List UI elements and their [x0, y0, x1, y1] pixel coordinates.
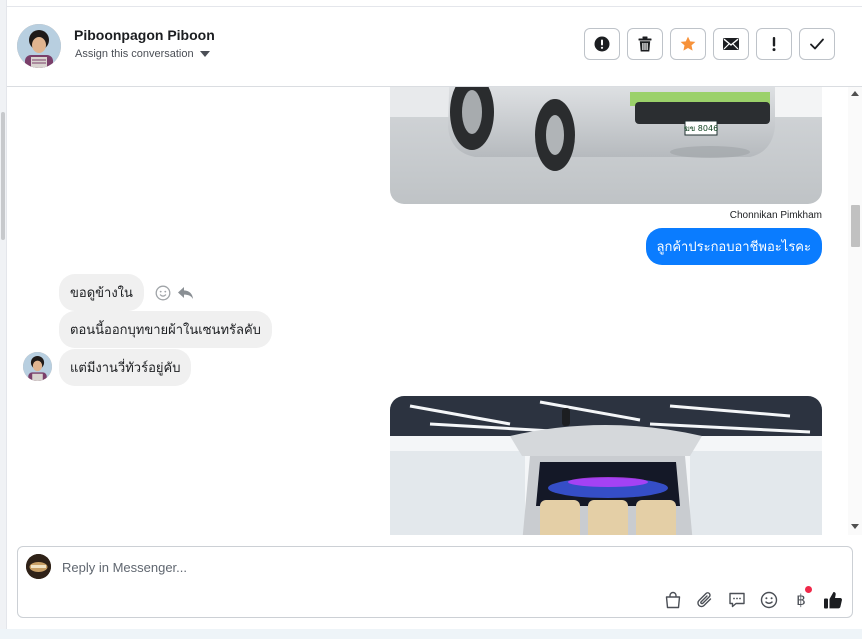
composer-toolbar: ฿: [662, 586, 844, 611]
contact-avatar-small: [23, 352, 52, 381]
reply-composer: ฿: [17, 546, 853, 618]
react-emoji-icon[interactable]: [155, 285, 171, 301]
star-button[interactable]: [670, 28, 706, 60]
van-rear-interior-image: [390, 396, 822, 535]
scroll-down-arrow-icon[interactable]: [851, 524, 859, 529]
paperclip-icon: [697, 592, 712, 608]
van-front-photo[interactable]: ฆข 8046: [390, 87, 822, 204]
thread-scrollbar[interactable]: [848, 87, 862, 535]
message-sender-label: Chonnikan Pimkham: [729, 210, 822, 221]
shopping-bag-button[interactable]: [662, 589, 684, 611]
incoming-message-bubble[interactable]: ขอดูข้างใน: [59, 274, 144, 311]
conversation-toolbar: [584, 28, 835, 60]
envelope-icon: [723, 38, 739, 50]
notification-dot: [805, 586, 812, 593]
follow-up-button[interactable]: [756, 28, 792, 60]
emoji-icon: [760, 591, 778, 609]
message-actions: [155, 285, 194, 301]
message-thread: ฆข 8046 Chonnikan Pimkham ลูกค้าประกอบอา…: [7, 87, 848, 535]
checkmark-icon: [810, 38, 824, 50]
done-button[interactable]: [799, 28, 835, 60]
left-panel-scroll-mark: [1, 112, 5, 240]
trash-icon: [638, 36, 652, 52]
caret-down-icon: [199, 51, 210, 57]
contact-avatar[interactable]: [17, 24, 61, 68]
shopping-bag-icon: [665, 591, 681, 609]
scroll-thumb[interactable]: [851, 205, 860, 247]
license-plate: ฆข 8046: [684, 124, 718, 133]
incoming-message-bubble[interactable]: แต่มีงานวี่ทัวร์อยู่คับ: [59, 349, 192, 386]
baht-payment-icon: ฿: [796, 591, 806, 609]
left-panel-edge: [0, 0, 7, 639]
star-icon: [680, 36, 696, 51]
van-front-image: ฆข 8046: [390, 87, 822, 204]
saved-replies-button[interactable]: [726, 589, 748, 611]
contact-avatar-photo: [17, 24, 61, 68]
saved-reply-icon: [729, 592, 745, 608]
thumbs-up-icon: [824, 592, 842, 609]
exclamation-icon: [772, 37, 776, 52]
contact-name[interactable]: Piboonpagon Piboon: [74, 27, 215, 43]
assign-conversation-dropdown[interactable]: Assign this conversation: [75, 48, 210, 60]
emoji-button[interactable]: [758, 589, 780, 611]
alert-circle-icon: [594, 36, 610, 52]
reply-arrow-icon[interactable]: [177, 286, 194, 300]
contact-avatar-small-photo: [23, 352, 52, 381]
like-button[interactable]: [822, 589, 844, 611]
attach-file-button[interactable]: [694, 589, 716, 611]
outgoing-message-bubble[interactable]: ลูกค้าประกอบอาชีพอะไรคะ: [645, 228, 822, 265]
spam-button[interactable]: [584, 28, 620, 60]
payment-button[interactable]: ฿: [790, 586, 812, 611]
assign-label: Assign this conversation: [75, 48, 194, 60]
page-avatar: [26, 554, 51, 579]
scroll-up-arrow-icon[interactable]: [851, 91, 859, 96]
conversation-header: Piboonpagon Piboon Assign this conversat…: [7, 7, 862, 87]
page-avatar-logo: [26, 554, 51, 579]
van-rear-interior-photo[interactable]: [390, 396, 822, 535]
mark-unread-button[interactable]: [713, 28, 749, 60]
delete-button[interactable]: [627, 28, 663, 60]
incoming-message-bubble[interactable]: ตอนนี้ออกบุทขายผ้าในเซนทรัลคับ: [59, 311, 272, 348]
reply-input[interactable]: [62, 557, 802, 577]
bottom-strip: [0, 629, 862, 639]
